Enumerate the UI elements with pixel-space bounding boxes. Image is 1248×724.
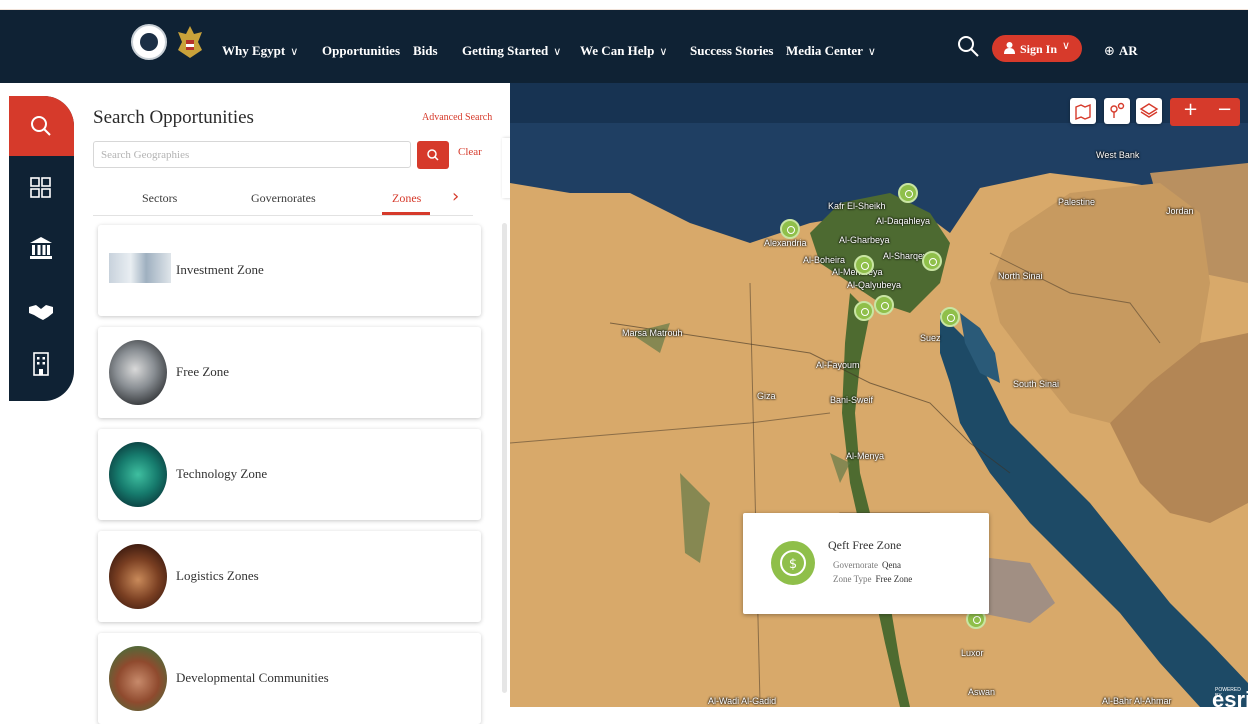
zone-map-pin[interactable] [780,219,800,239]
panel-scrollbar[interactable] [502,223,507,693]
map-label: Al-Daqahleya [876,216,931,226]
rail-search-button[interactable] [9,96,74,156]
search-icon [427,149,439,161]
search-geographies-input[interactable] [93,141,411,168]
chevron-right-icon[interactable]: › [452,186,459,207]
zone-card-investment[interactable]: Investment Zone [98,225,481,316]
map-view[interactable]: + − West Bank Palestine Jordan Kafr El-S… [510,83,1248,707]
search-icon[interactable] [956,34,980,58]
search-icon [31,116,51,136]
zone-map-pin[interactable] [898,183,918,203]
map-label: South Sinai [1013,379,1060,389]
egypt-eagle-emblem [178,26,202,58]
dashboard-grid-icon[interactable] [28,175,54,201]
map-label: Luxor [961,648,984,658]
nav-opportunities[interactable]: Opportunities [322,43,400,59]
tab-sectors[interactable]: Sectors [142,191,177,206]
nav-why-egypt[interactable]: Why Egypt ∨ [222,43,298,59]
investment-zone-thumbnail [109,253,171,283]
map-label: Bani-Sweif [830,395,874,405]
user-icon [1004,42,1015,54]
clear-button[interactable]: Clear [458,146,482,158]
nav-success-stories[interactable]: Success Stories [690,43,773,59]
map-label: Marsa Matrouh [622,328,683,338]
nav-media-center[interactable]: Media Center ∨ [786,43,876,59]
map-label: Suez [920,333,941,343]
office-building-icon[interactable] [28,351,54,377]
card-label: Technology Zone [176,466,268,481]
map-label: Al-Wadi Al-Gadid [708,696,777,706]
map-label: Aswan [968,687,996,697]
map-label: Al-Boheira [803,255,846,265]
location-pins-icon[interactable] [1104,98,1130,124]
search-panel: Search Opportunities Advanced Search Cle… [74,83,510,724]
zone-map-pin[interactable] [922,251,942,271]
technology-zone-thumbnail [109,442,167,507]
map-label: Al-Qalyubeya [847,280,902,290]
zone-map-pin[interactable] [854,301,874,321]
popup-title: Qeft Free Zone [828,538,902,552]
free-zone-thumbnail [109,340,167,405]
nav-bids[interactable]: Bids [413,43,438,59]
zone-card-logistics[interactable]: Logistics Zones [98,531,481,622]
layers-icon[interactable] [1136,98,1162,124]
esri-logo: esri [1212,687,1248,707]
language-toggle[interactable]: ⊕ AR [1104,43,1138,59]
sign-in-button[interactable]: Sign In ∨ [992,35,1082,62]
top-navbar: Why Egypt ∨ Opportunities Bids Getting St… [0,10,1248,83]
globe-icon: ⊕ [1104,44,1115,59]
map-label: Jordan [1166,206,1194,216]
search-submit-button[interactable] [417,141,449,169]
popup-zone-type-row: Zone Type Free Zone [833,574,913,584]
map-label: Kafr El-Sheikh [828,201,886,211]
svg-text:$: $ [789,557,797,572]
nav-getting-started[interactable]: Getting Started ∨ [462,43,561,59]
logistics-zone-thumbnail [109,544,167,609]
developmental-communities-thumbnail [109,646,167,711]
side-rail [9,96,74,401]
map-label: Alexandria [764,238,807,248]
popup-governorate-row: Governorate Qena [833,560,901,570]
egypt-investment-logo[interactable] [131,24,167,60]
free-zone-icon: $ [771,541,815,585]
map-label: Palestine [1058,197,1096,207]
bank-building-icon[interactable] [28,235,54,261]
top-strip [0,0,1248,10]
sign-in-label: Sign In [1020,42,1058,56]
zone-map-pin[interactable] [854,255,874,275]
advanced-search-link[interactable]: Advanced Search [422,112,492,123]
category-tabs: Sectors Governorates Zones › [93,183,473,216]
panel-title: Search Opportunities [93,107,254,128]
map-label: Al-Fayoum [816,360,860,370]
map-label: Al-Bahr Al-Ahmar [1102,696,1172,706]
card-label: Logistics Zones [176,568,259,583]
zone-card-technology[interactable]: Technology Zone [98,429,481,520]
map-label: Giza [757,391,776,401]
map-label: Al-Gharbeya [839,235,890,245]
card-label: Developmental Communities [176,670,329,685]
zoom-out-button[interactable]: − [1217,99,1232,120]
zoom-in-button[interactable]: + [1183,99,1198,120]
zone-map-pin[interactable] [940,307,960,327]
zoom-controls: + − [1170,98,1240,126]
active-tab-indicator [382,212,430,215]
basemap-gallery-icon[interactable] [1070,98,1096,124]
map-label: North Sinai [998,271,1043,281]
zone-card-developmental[interactable]: Developmental Communities [98,633,481,724]
card-label: Investment Zone [176,262,264,277]
map-label: West Bank [1096,150,1140,160]
zone-map-pin[interactable] [874,295,894,315]
chevron-down-icon: ∨ [1062,39,1071,52]
zone-card-free[interactable]: Free Zone [98,327,481,418]
tab-governorates[interactable]: Governorates [251,191,316,206]
zone-info-popup: $ Qeft Free Zone Governorate Qena Zone Ty… [743,513,989,614]
card-label: Free Zone [176,364,230,379]
map-label: Al-Menya [846,451,885,461]
handshake-icon[interactable] [28,298,54,324]
nav-we-can-help[interactable]: We Can Help ∨ [580,43,667,59]
tab-zones[interactable]: Zones [392,191,421,206]
